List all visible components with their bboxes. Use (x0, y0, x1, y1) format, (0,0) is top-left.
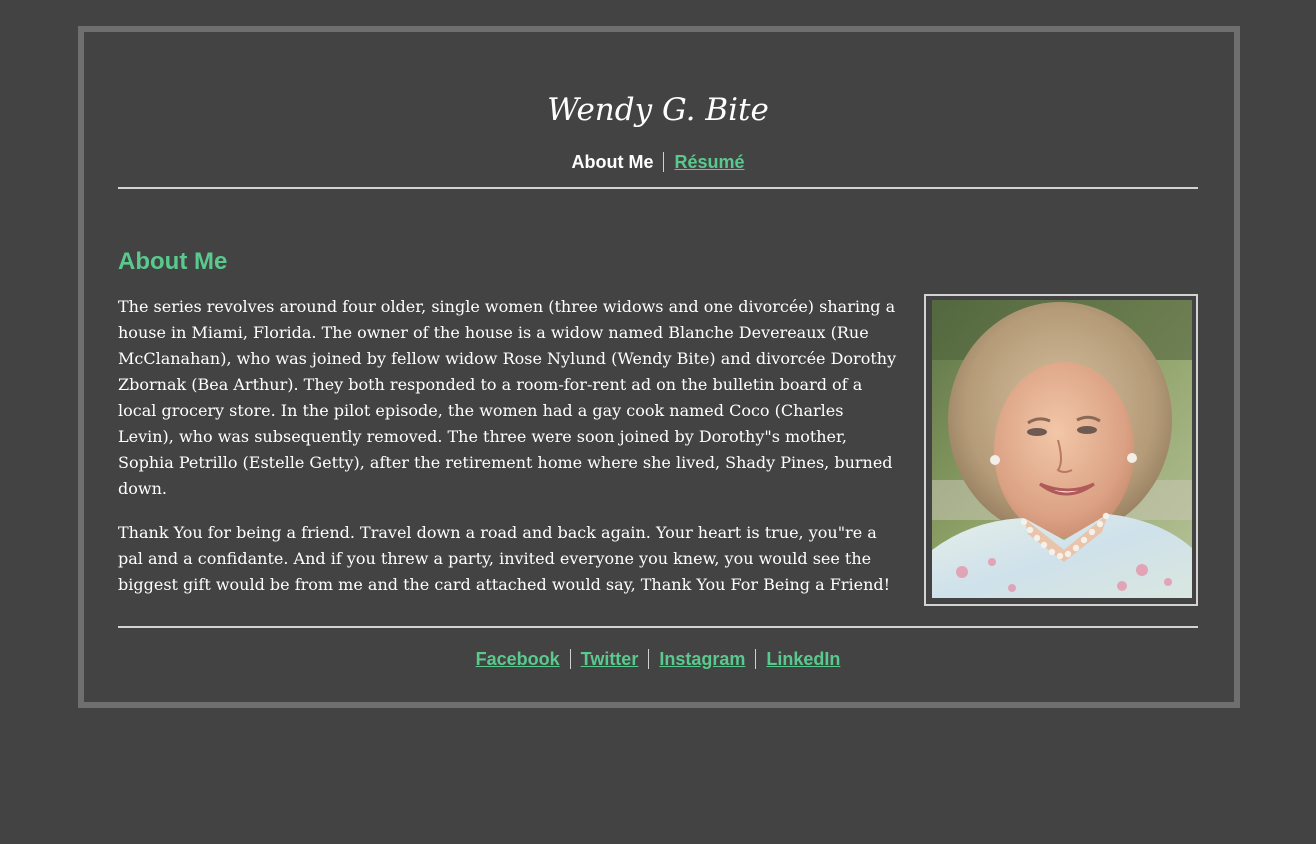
page-frame: Wendy G. Bite About Me Résumé About Me Th… (78, 26, 1240, 708)
about-paragraph: The series revolves around four older, s… (118, 297, 897, 498)
site-title: Wendy G. Bite (547, 92, 769, 128)
profile-photo (932, 300, 1192, 598)
content-area: Wendy G. Bite About Me Résumé About Me Th… (118, 32, 1198, 702)
main-nav: About Me Résumé (118, 150, 1198, 174)
social-links: Facebook Twitter Instagram LinkedIn (118, 646, 1198, 672)
about-paragraph: Thank You for being a friend. Travel dow… (118, 523, 891, 594)
footer-divider (118, 626, 1198, 628)
nav-item-about-me[interactable]: About Me (571, 152, 653, 172)
twitter-link[interactable]: Twitter (581, 649, 639, 669)
footer-separator (755, 649, 757, 669)
about-text: The series revolves around four older, s… (118, 294, 898, 616)
footer-separator (648, 649, 650, 669)
facebook-link[interactable]: Facebook (476, 649, 560, 669)
linkedin-link[interactable]: LinkedIn (766, 649, 840, 669)
section-heading: About Me (118, 248, 228, 275)
footer-separator (569, 649, 571, 669)
profile-photo-frame (924, 294, 1198, 606)
instagram-link[interactable]: Instagram (659, 649, 745, 669)
nav-separator (663, 152, 665, 172)
header-divider (118, 187, 1198, 189)
nav-item-resume[interactable]: Résumé (674, 152, 744, 172)
